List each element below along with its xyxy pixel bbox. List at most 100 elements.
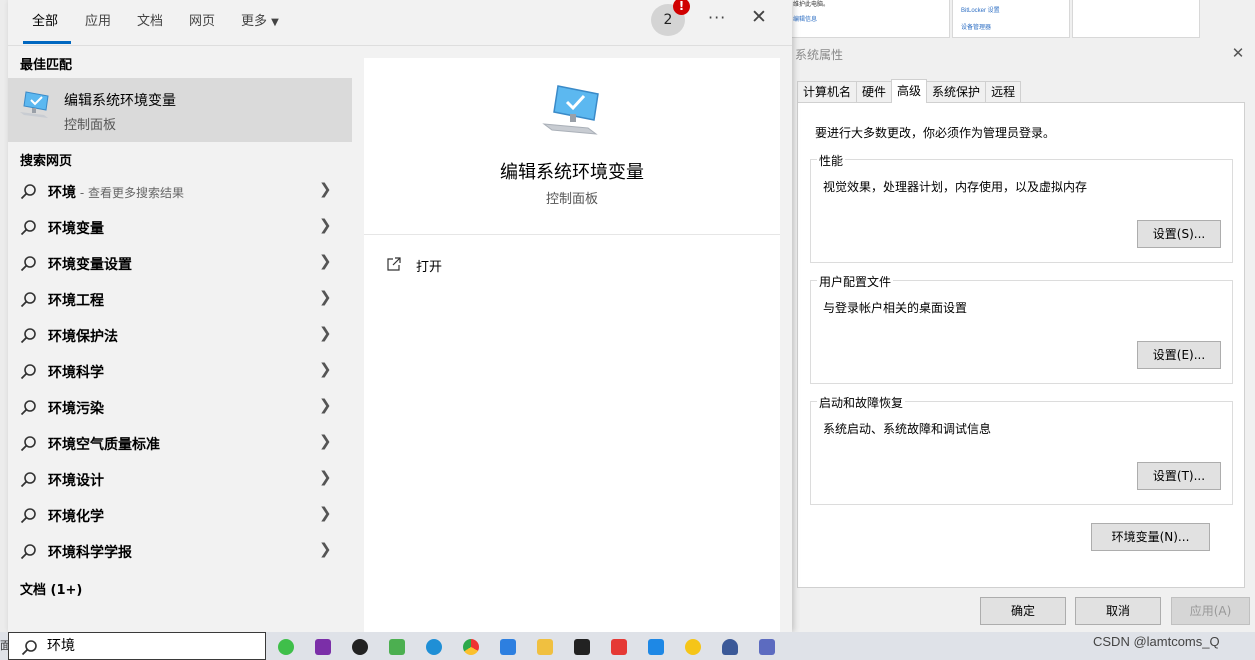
- app-icon[interactable]: [500, 639, 516, 655]
- search-icon: [21, 640, 37, 656]
- result-text: 环境污染: [48, 401, 104, 417]
- chevron-right-icon: ❯: [319, 504, 332, 522]
- background-link[interactable]: 编辑信息: [793, 14, 817, 23]
- web-result-item[interactable]: 环境空气质量标准 ❯: [8, 426, 352, 462]
- tab-more-label: 更多: [241, 14, 268, 29]
- web-result-item[interactable]: 环境化学 ❯: [8, 498, 352, 534]
- chevron-right-icon: ❯: [319, 468, 332, 486]
- preview-subtitle: 控制面板: [545, 192, 598, 207]
- web-result-item[interactable]: 环境科学学报 ❯: [8, 534, 352, 570]
- result-text: 环境科学: [48, 365, 104, 381]
- web-result-label: 环境化学: [48, 506, 104, 526]
- window-title: 系统属性: [795, 48, 844, 62]
- tab-remote[interactable]: 远程: [985, 81, 1022, 103]
- best-match-item[interactable]: 编辑系统环境变量 控制面板: [8, 78, 352, 142]
- search-icon: [20, 400, 36, 416]
- best-match-title: 编辑系统环境变量: [64, 93, 176, 109]
- chevron-right-icon: ❯: [319, 396, 332, 414]
- edge-icon[interactable]: [426, 639, 442, 655]
- environment-variables-button[interactable]: 环境变量(N)...: [1091, 523, 1210, 551]
- web-result-item[interactable]: 环境 - 查看更多搜索结果 ❯: [8, 174, 352, 210]
- file-explorer-icon[interactable]: [537, 639, 553, 655]
- open-action[interactable]: 打开: [386, 254, 586, 278]
- performance-settings-button[interactable]: 设置(S)...: [1137, 220, 1221, 248]
- control-panel-monitor-icon: [20, 91, 49, 118]
- background-pane: 维护此电脑。 编辑信息: [790, 0, 950, 38]
- cancel-button[interactable]: 取消: [1075, 597, 1161, 625]
- open-label: 打开: [416, 260, 443, 275]
- tab-hardware[interactable]: 硬件: [856, 81, 893, 103]
- web-result-item[interactable]: 环境变量设置 ❯: [8, 246, 352, 282]
- wechat-icon[interactable]: [278, 639, 294, 655]
- app-icon[interactable]: [722, 639, 738, 655]
- result-text: 环境化学: [48, 509, 104, 525]
- admin-note: 要进行大多数更改，你必须作为管理员登录。: [815, 126, 1056, 140]
- chevron-right-icon: ❯: [319, 288, 332, 306]
- group-title: 启动和故障恢复: [817, 394, 906, 411]
- app-icon[interactable]: [389, 639, 405, 655]
- web-result-item[interactable]: 环境设计 ❯: [8, 462, 352, 498]
- app-icon[interactable]: [648, 639, 664, 655]
- tab-system-protection[interactable]: 系统保护: [926, 81, 987, 103]
- chevron-right-icon: ❯: [319, 216, 332, 234]
- web-result-item[interactable]: 环境科学 ❯: [8, 354, 352, 390]
- chevron-right-icon: ❯: [319, 432, 332, 450]
- tab-advanced[interactable]: 高级: [891, 79, 928, 103]
- web-result-item[interactable]: 环境污染 ❯: [8, 390, 352, 426]
- web-result-item[interactable]: 环境变量 ❯: [8, 210, 352, 246]
- open-icon: [387, 257, 401, 271]
- tab-documents[interactable]: 文档: [137, 10, 163, 29]
- web-result-label: 环境变量设置: [48, 254, 132, 274]
- qq-icon[interactable]: [352, 639, 368, 655]
- ok-button[interactable]: 确定: [980, 597, 1066, 625]
- search-icon: [20, 472, 36, 488]
- apply-button[interactable]: 应用(A): [1171, 597, 1250, 625]
- background-link[interactable]: BitLocker 设置: [961, 5, 1000, 14]
- chrome-icon[interactable]: [463, 639, 479, 655]
- tab-apps[interactable]: 应用: [85, 10, 111, 29]
- background-pane: [1072, 0, 1200, 38]
- search-input[interactable]: [47, 637, 247, 653]
- web-result-item[interactable]: 环境工程 ❯: [8, 282, 352, 318]
- preview-title: 编辑系统环境变量: [500, 162, 644, 183]
- result-text: 环境工程: [48, 293, 104, 309]
- tab-more[interactable]: 更多 ▼: [241, 10, 279, 29]
- search-icon: [20, 364, 36, 380]
- alert-icon: !: [673, 0, 690, 15]
- performance-group: 性能 视觉效果，处理器计划，内存使用，以及虚拟内存 设置(S)...: [810, 152, 1233, 263]
- tab-strip: 计算机名 硬件 高级 系统保护 远程: [797, 79, 1022, 103]
- background-text: 维护此电脑。: [793, 2, 830, 8]
- close-icon[interactable]: ✕: [751, 6, 767, 28]
- startup-recovery-settings-button[interactable]: 设置(T)...: [1137, 462, 1221, 490]
- web-result-label: 环境科学: [48, 362, 104, 382]
- tab-all[interactable]: 全部: [32, 10, 58, 29]
- tab-computer-name[interactable]: 计算机名: [797, 81, 858, 103]
- taskbar-search-box[interactable]: [8, 632, 266, 660]
- web-result-label: 环境变量: [48, 218, 104, 238]
- result-text: 环境: [48, 185, 76, 201]
- tab-web[interactable]: 网页: [189, 10, 215, 29]
- documents-heading[interactable]: 文档 (1+): [20, 579, 82, 598]
- chevron-right-icon: ❯: [319, 540, 332, 558]
- group-title: 用户配置文件: [817, 273, 894, 290]
- app-icon[interactable]: [685, 639, 701, 655]
- user-profiles-settings-button[interactable]: 设置(E)...: [1137, 341, 1221, 369]
- chevron-right-icon: ❯: [319, 324, 332, 342]
- group-description: 与登录帐户相关的桌面设置: [823, 301, 968, 315]
- group-title: 性能: [817, 152, 846, 169]
- web-result-label: 环境工程: [48, 290, 104, 310]
- wps-icon[interactable]: [611, 639, 627, 655]
- app-icon[interactable]: [574, 639, 590, 655]
- more-options-icon[interactable]: ···: [708, 8, 726, 27]
- taskbar: 面 CSDN @lamtcoms_Q: [0, 632, 1255, 660]
- web-result-label: 环境污染: [48, 398, 104, 418]
- app-icon[interactable]: [759, 639, 775, 655]
- startup-recovery-group: 启动和故障恢复 系统启动、系统故障和调试信息 设置(T)...: [810, 394, 1233, 505]
- onenote-icon[interactable]: [315, 639, 331, 655]
- web-result-item[interactable]: 环境保护法 ❯: [8, 318, 352, 354]
- chevron-right-icon: ❯: [319, 180, 332, 198]
- background-link[interactable]: 设备管理器: [961, 22, 991, 31]
- best-match-heading: 最佳匹配: [20, 58, 73, 73]
- close-icon[interactable]: ✕: [1227, 42, 1249, 64]
- web-result-label: 环境空气质量标准: [48, 434, 160, 454]
